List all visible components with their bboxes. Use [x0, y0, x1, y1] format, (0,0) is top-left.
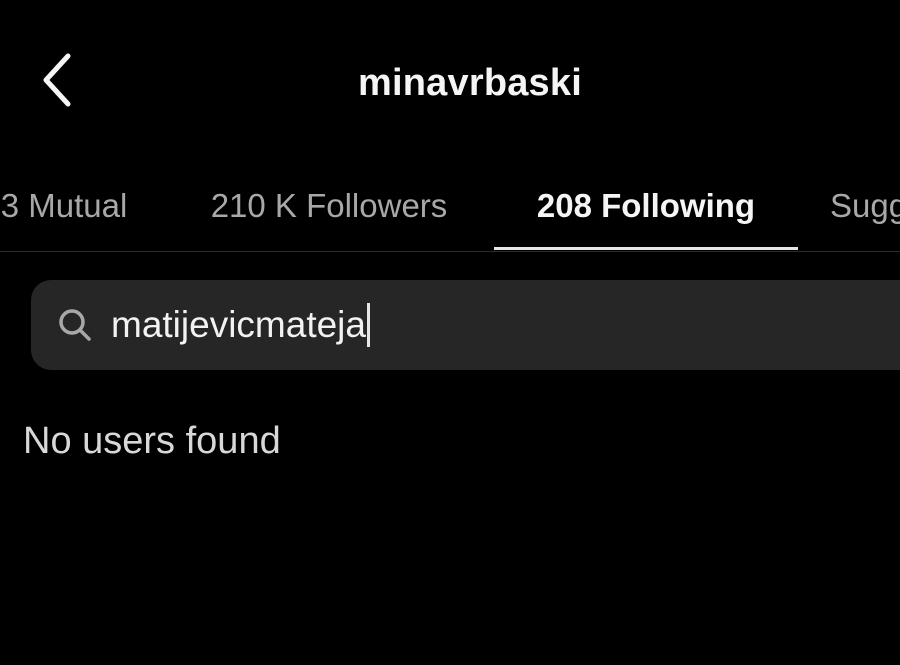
tab-following[interactable]: 208 Following	[494, 175, 798, 237]
tab-followers[interactable]: 210 K Followers	[193, 175, 465, 237]
search-icon	[55, 305, 95, 345]
text-cursor	[366, 303, 370, 347]
tab-suggested[interactable]: Suggested	[830, 175, 900, 237]
search-input-value: matijevicmateja	[111, 304, 366, 345]
search-input[interactable]: matijevicmateja	[111, 295, 370, 355]
no-results-message: No users found	[23, 420, 281, 462]
top-navigation-header: minavrbaski	[0, 0, 900, 165]
active-tab-indicator	[494, 247, 798, 250]
following-search-bar[interactable]: matijevicmateja	[31, 280, 900, 370]
connections-tab-bar: 3 Mutual 210 K Followers 208 Following S…	[0, 165, 900, 252]
profile-username-title: minavrbaski	[358, 62, 582, 104]
tab-mutual[interactable]: 3 Mutual	[0, 175, 144, 237]
